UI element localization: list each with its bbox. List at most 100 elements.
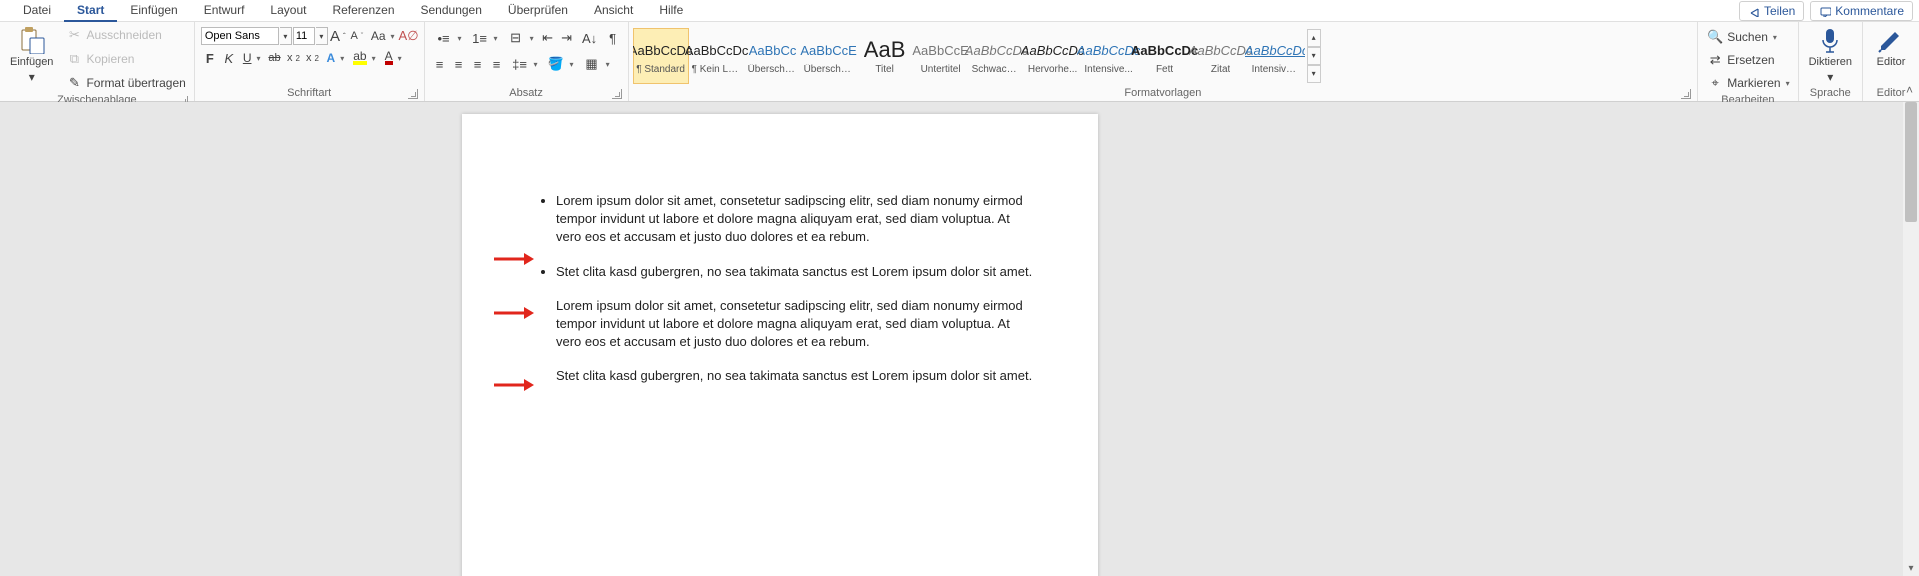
bullets-button[interactable]: •≡▾ [431,27,466,49]
style-preview: AaBbCcDc [633,36,693,64]
collapse-ribbon-button[interactable]: ˄ [1906,83,1913,97]
borders-button[interactable]: ▦▾ [579,53,614,75]
styles-more-button[interactable]: ▾ [1307,65,1321,83]
multilevel-button[interactable]: ⊟▾ [503,27,538,49]
ribbon-tab-bar: DateiStartEinfügenEntwurfLayoutReferenze… [0,0,1919,22]
cursor-icon: ⌖ [1706,74,1724,92]
style-preview: AaBbCcDc [1021,36,1085,64]
indent-button[interactable]: ⇥ [558,29,576,47]
styles-gallery[interactable]: AaBbCcDc¶ StandardAaBbCcDc¶ Kein Lee...A… [633,28,1305,84]
tab-layout[interactable]: Layout [257,0,319,22]
subscript-button[interactable]: x2 [285,49,303,67]
tab-start[interactable]: Start [64,0,117,22]
tab-referenzen[interactable]: Referenzen [319,0,407,22]
styles-up-button[interactable]: ▴ [1307,29,1321,47]
document-page[interactable]: Lorem ipsum dolor sit amet, consetetur s… [462,114,1098,576]
shrink-font-button[interactable]: Aˇ [348,27,366,45]
cut-button[interactable]: ✂ Ausschneiden [61,24,189,46]
style-item-11[interactable]: AaBbCcDcIntensives... [1249,28,1305,84]
ribbon: Einfügen ▾ ✂ Ausschneiden ⧉ Kopieren ✎ F… [0,22,1919,102]
superscript-button[interactable]: x2 [304,49,322,67]
document-area: Lorem ipsum dolor sit amet, consetetur s… [0,102,1919,576]
align-center-button[interactable]: ≡ [450,55,468,73]
style-preview: AaBbCc [749,36,797,64]
style-item-4[interactable]: AaBTitel [857,28,913,84]
find-button[interactable]: 🔍 Suchen ▾ [1702,26,1793,48]
dictate-button[interactable]: Diktieren ▾ [1803,24,1858,86]
comments-button[interactable]: Kommentare [1810,1,1913,21]
style-name: Intensives... [1252,64,1302,75]
dialog-launcher-font[interactable] [408,89,418,99]
editor-button[interactable]: Editor [1871,24,1912,70]
tab-entwurf[interactable]: Entwurf [191,0,258,22]
style-item-1[interactable]: AaBbCcDc¶ Kein Lee... [689,28,745,84]
vertical-scrollbar[interactable]: ▴ ▾ [1903,102,1919,576]
style-item-10[interactable]: AaBbCcDcZitat [1193,28,1249,84]
share-button[interactable]: Teilen [1739,1,1804,21]
dialog-launcher-styles[interactable] [1681,89,1691,99]
show-marks-button[interactable]: ¶ [604,29,622,47]
list-item[interactable]: Lorem ipsum dolor sit amet, consetetur s… [556,192,1038,247]
style-item-7[interactable]: AaBbCcDcHervorhe... [1025,28,1081,84]
change-case-button[interactable]: Aa▾ [367,27,399,45]
tab-datei[interactable]: Datei [10,0,64,22]
scroll-thumb[interactable] [1905,102,1917,222]
format-painter-button[interactable]: ✎ Format übertragen [61,72,189,94]
select-button[interactable]: ⌖ Markieren ▾ [1702,72,1793,94]
annotation-arrow-2 [494,306,534,323]
justify-button[interactable]: ≡ [488,55,506,73]
grow-font-button[interactable]: Aˆ [329,27,347,45]
highlight-button[interactable]: ab▾ [349,49,379,67]
numbering-button[interactable]: 1≡▾ [467,27,502,49]
line-spacing-button[interactable]: ‡≡▾ [507,53,542,75]
font-name-dropdown[interactable]: ▾ [280,27,292,45]
paragraph[interactable]: Lorem ipsum dolor sit amet, consetetur s… [522,297,1038,352]
text-effects-button[interactable]: A▾ [323,49,349,67]
align-left-button[interactable]: ≡ [431,55,449,73]
tab-hilfe[interactable]: Hilfe [646,0,696,22]
style-item-2[interactable]: AaBbCcÜberschrif... [745,28,801,84]
paragraph[interactable]: Stet clita kasd gubergren, no sea takima… [522,367,1038,385]
outdent-button[interactable]: ⇤ [539,29,557,47]
clear-format-button[interactable]: A∅ [400,27,418,45]
style-item-6[interactable]: AaBbCcDcSchwache... [969,28,1025,84]
group-label-voice: Sprache [1803,87,1858,101]
font-color-button[interactable]: A▾ [381,49,406,67]
style-name: Überschrif... [748,64,798,75]
group-styles: AaBbCcDc¶ StandardAaBbCcDc¶ Kein Lee...A… [629,22,1699,101]
italic-button[interactable]: K [220,49,238,67]
group-label-styles: Formatvorlagen [633,87,1694,101]
style-name: Fett [1156,64,1173,75]
tab-überprüfen[interactable]: Überprüfen [495,0,581,22]
tab-sendungen[interactable]: Sendungen [408,0,495,22]
tab-ansicht[interactable]: Ansicht [581,0,646,22]
paste-button[interactable]: Einfügen ▾ [4,24,59,86]
font-name-input[interactable] [201,27,279,45]
align-right-button[interactable]: ≡ [469,55,487,73]
style-item-9[interactable]: AaBbCcDcFett [1137,28,1193,84]
shading-button[interactable]: 🪣▾ [543,53,578,75]
group-label-paragraph: Absatz [429,87,624,101]
font-size-dropdown[interactable]: ▾ [316,27,328,45]
bullet-list: Lorem ipsum dolor sit amet, consetetur s… [522,192,1038,281]
copy-button[interactable]: ⧉ Kopieren [61,48,189,70]
replace-button[interactable]: ⇄ Ersetzen [1702,49,1793,71]
tab-einfügen[interactable]: Einfügen [117,0,190,22]
style-item-3[interactable]: AaBbCcEÜberschrif... [801,28,857,84]
dialog-launcher-paragraph[interactable] [612,89,622,99]
paste-label: Einfügen [10,56,53,68]
list-item[interactable]: Stet clita kasd gubergren, no sea takima… [556,263,1038,281]
find-label: Suchen [1727,30,1768,44]
style-item-0[interactable]: AaBbCcDc¶ Standard [633,28,689,84]
styles-down-button[interactable]: ▾ [1307,47,1321,65]
style-item-5[interactable]: AaBbCcEUntertitel [913,28,969,84]
strike-button[interactable]: ab [266,49,284,67]
group-voice: Diktieren ▾ Sprache [1799,22,1863,101]
underline-button[interactable]: U▾ [239,49,265,67]
style-preview: AaBbCcE [912,36,968,64]
bold-button[interactable]: F [201,49,219,67]
sort-button[interactable]: A↓ [577,27,603,49]
style-item-8[interactable]: AaBbCcDcIntensive... [1081,28,1137,84]
font-size-input[interactable] [293,27,315,45]
scroll-down-button[interactable]: ▾ [1903,560,1919,576]
